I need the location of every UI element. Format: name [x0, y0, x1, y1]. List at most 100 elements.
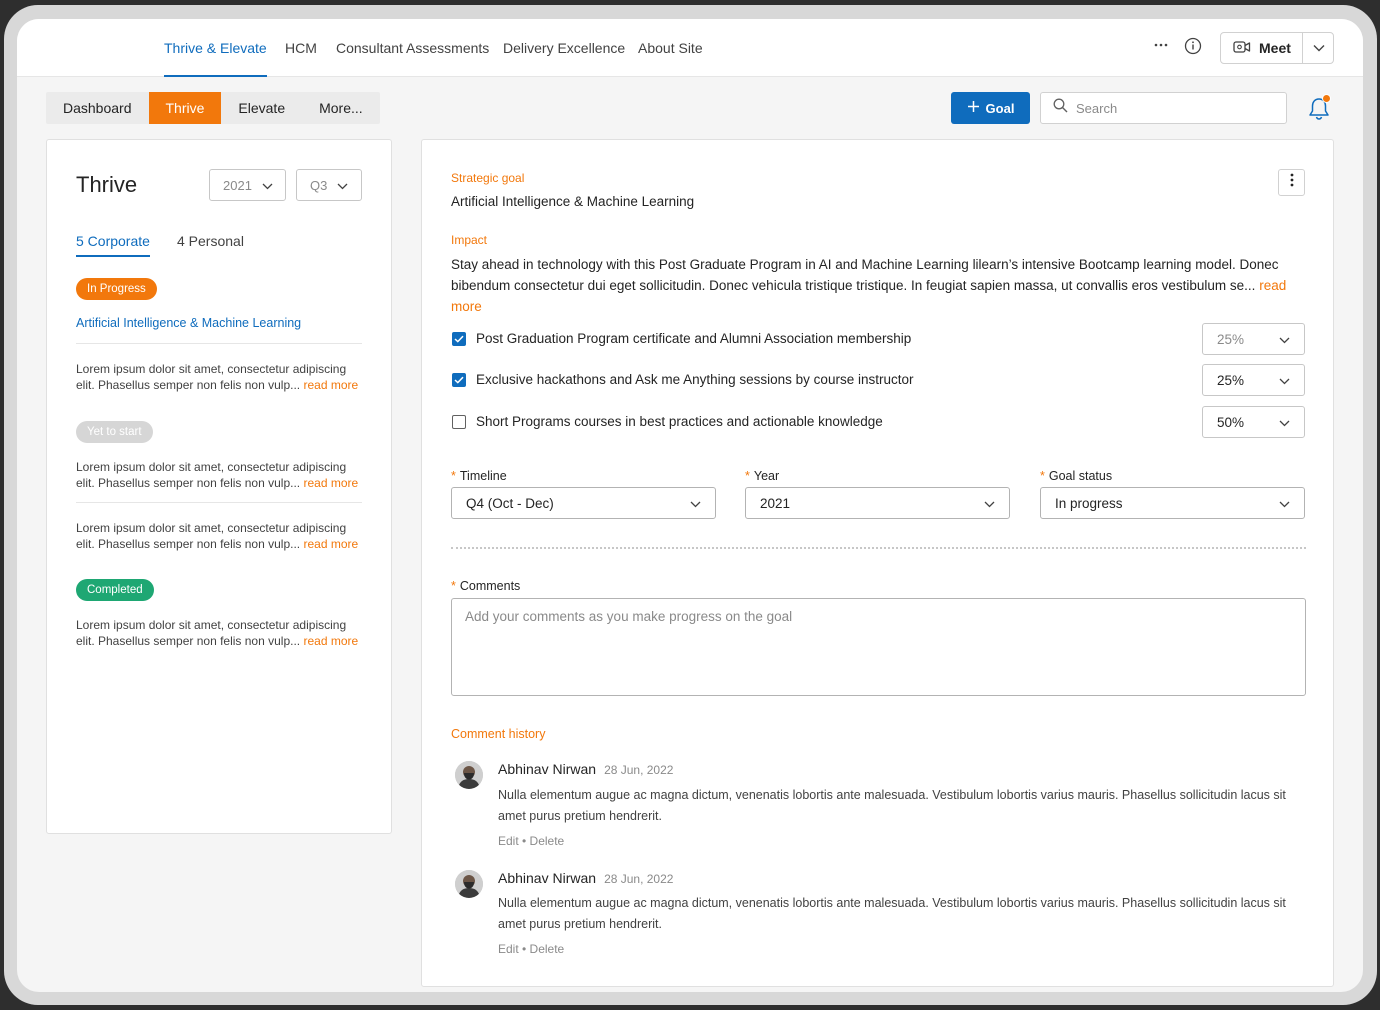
comment-body: Nulla elementum augue ac magna dictum, v… — [498, 788, 1286, 823]
notification-dot — [1322, 94, 1331, 103]
tab-thrive[interactable]: Thrive — [148, 92, 222, 124]
read-more-link[interactable]: read more — [303, 537, 358, 551]
strategic-goal-label: Strategic goal — [451, 171, 525, 185]
search-box — [1040, 92, 1287, 124]
meet-dropdown-button[interactable] — [1303, 33, 1334, 63]
impact-label: Impact — [451, 233, 488, 247]
panel-title: Thrive — [76, 172, 138, 197]
divider — [76, 343, 362, 344]
goal-status-select[interactable]: In progress — [1040, 487, 1305, 519]
comments-textarea[interactable] — [465, 609, 1292, 685]
nav-tab-about-site[interactable]: About Site — [638, 19, 703, 77]
timeline-label: * Timeline — [451, 469, 507, 483]
tab-personal[interactable]: 4 Personal — [177, 233, 244, 249]
tab-dashboard[interactable]: Dashboard — [46, 92, 149, 124]
top-nav-bar: Thrive & Elevate HCM Consultant Assessme… — [17, 19, 1363, 77]
status-badge: In Progress — [76, 278, 157, 300]
nav-tab-thrive-elevate[interactable]: Thrive & Elevate — [164, 19, 267, 77]
more-options-button[interactable] — [1278, 169, 1305, 196]
tab-elevate[interactable]: Elevate — [221, 92, 302, 124]
goal-status-label-text: Goal status — [1048, 469, 1113, 483]
nav-tab-delivery-excellence[interactable]: Delivery Excellence — [503, 19, 625, 77]
summary-line-text: elit. Phasellus semper non felis non vul… — [76, 634, 301, 648]
read-more-link[interactable]: read more — [303, 378, 358, 392]
year-filter-value: 2021 — [223, 177, 252, 193]
chevron-down-icon — [1279, 373, 1290, 388]
timeline-select[interactable]: Q4 (Oct - Dec) — [451, 487, 716, 519]
read-more-link[interactable]: read more — [303, 476, 358, 490]
checklist-label: Exclusive hackathons and Ask me Anything… — [476, 372, 914, 387]
checklist-label: Short Programs courses in best practices… — [476, 414, 883, 429]
comment-date: 28 Jun, 2022 — [604, 763, 674, 777]
year-select[interactable]: 2021 — [745, 487, 1010, 519]
quarter-filter-select[interactable]: Q3 — [296, 169, 362, 201]
chevron-down-icon — [690, 496, 701, 511]
comment-actions[interactable]: Edit • Delete — [498, 942, 564, 956]
tab-corporate[interactable]: 5 Corporate — [76, 233, 150, 257]
read-more-link[interactable]: read more — [303, 634, 358, 648]
comment-history-label: Comment history — [451, 727, 546, 741]
goal-summary: Lorem ipsum dolor sit amet, consectetur … — [76, 617, 366, 649]
nav-tab-hcm[interactable]: HCM — [285, 19, 317, 77]
weight-select[interactable]: 25% — [1202, 323, 1305, 355]
tab-more[interactable]: More... — [302, 92, 380, 124]
weight-select[interactable]: 25% — [1202, 364, 1305, 396]
checkbox[interactable] — [452, 331, 466, 346]
checklist-item: Post Graduation Program certificate and … — [452, 331, 911, 346]
summary-line: Lorem ipsum dolor sit amet, consectetur … — [76, 618, 347, 632]
comments-label: * Comments — [451, 579, 521, 593]
weight-select[interactable]: 50% — [1202, 406, 1305, 438]
summary-line: Lorem ipsum dolor sit amet, consectetur … — [76, 521, 347, 535]
ellipsis-icon[interactable] — [1150, 37, 1172, 59]
nav-tab-consultant-assessments[interactable]: Consultant Assessments — [336, 19, 489, 77]
checkbox[interactable] — [452, 372, 466, 387]
weight-value: 25% — [1217, 372, 1245, 388]
checkbox[interactable] — [452, 414, 466, 429]
summary-line: Lorem ipsum dolor sit amet, consectetur … — [76, 362, 347, 376]
summary-line-text: elit. Phasellus semper non felis non vul… — [76, 476, 301, 490]
summary-line: elit. Phasellus semper non felis non vul… — [76, 633, 366, 649]
timeline-label-text: Timeline — [459, 469, 507, 483]
search-icon — [1053, 98, 1068, 118]
chevron-down-icon — [1279, 496, 1290, 511]
checklist-label: Post Graduation Program certificate and … — [476, 331, 912, 346]
chevron-down-icon — [337, 178, 348, 193]
goal-summary: Lorem ipsum dolor sit amet, consectetur … — [76, 361, 366, 393]
year-value: 2021 — [760, 495, 791, 511]
year-filter-select[interactable]: 2021 — [209, 169, 286, 201]
strategic-goal-value: Artificial Intelligence & Machine Learni… — [451, 194, 695, 209]
timeline-value: Q4 (Oct - Dec) — [466, 495, 554, 511]
checklist-item: Short Programs courses in best practices… — [452, 414, 883, 429]
summary-line: elit. Phasellus semper non felis non vul… — [76, 536, 366, 552]
goal-summary: Lorem ipsum dolor sit amet, consectetur … — [76, 459, 366, 491]
avatar — [455, 761, 483, 789]
comment-actions[interactable]: Edit • Delete — [498, 834, 564, 848]
section-divider — [451, 547, 1306, 549]
meet-button[interactable]: Meet — [1221, 33, 1302, 63]
status-badge: Completed — [76, 579, 154, 601]
year-label: * Year — [745, 469, 780, 483]
chevron-down-icon — [1313, 39, 1325, 57]
kebab-icon — [1290, 173, 1294, 192]
checklist-item: Exclusive hackathons and Ask me Anything… — [452, 372, 913, 387]
goal-summary: Lorem ipsum dolor sit amet, consectetur … — [76, 520, 366, 552]
goal-link[interactable]: Artificial Intelligence & Machine Learni… — [76, 316, 301, 330]
comments-label-text: Comments — [459, 579, 521, 593]
info-icon[interactable] — [1182, 37, 1204, 59]
add-goal-button[interactable]: Goal — [951, 92, 1030, 124]
summary-line: Lorem ipsum dolor sit amet, consectetur … — [76, 460, 347, 474]
chevron-down-icon — [1279, 415, 1290, 430]
comment-header: Abhinav Nirwan 28 Jun, 2022 — [498, 870, 673, 886]
add-goal-label: Goal — [985, 100, 1015, 116]
comments-field — [451, 598, 1306, 696]
impact-body: Stay ahead in technology with this Post … — [451, 257, 1279, 293]
summary-line-text: elit. Phasellus semper non felis non vul… — [76, 537, 301, 551]
chevron-down-icon — [984, 496, 995, 511]
goals-list-panel: Thrive 2021 Q3 5 Corporate 4 Personal In… — [46, 139, 392, 834]
app-window: Thrive & Elevate HCM Consultant Assessme… — [17, 19, 1363, 992]
comment-date: 28 Jun, 2022 — [604, 872, 674, 886]
search-input[interactable] — [1076, 100, 1266, 116]
comment-body: Nulla elementum augue ac magna dictum, v… — [498, 896, 1286, 931]
chevron-down-icon — [1279, 332, 1290, 347]
comment-author: Abhinav Nirwan — [498, 761, 597, 777]
